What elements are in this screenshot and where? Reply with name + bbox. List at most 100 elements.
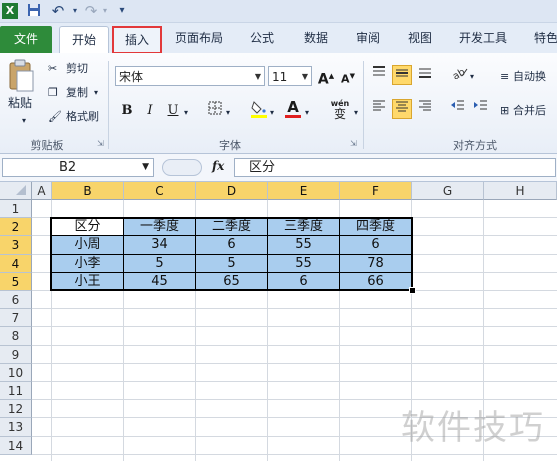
fill-color-dropdown-icon[interactable]: ▾ bbox=[270, 105, 274, 121]
insert-function-icon[interactable]: fx bbox=[212, 159, 224, 173]
tab-formulas[interactable]: 公式 bbox=[240, 29, 284, 47]
font-color-label: A bbox=[287, 98, 299, 116]
row-header[interactable]: 7 bbox=[0, 309, 32, 328]
font-size-value: 11 bbox=[272, 70, 288, 84]
merge-center-button[interactable]: 合并后 bbox=[513, 103, 546, 119]
italic-button[interactable]: I bbox=[140, 101, 160, 121]
tab-insert[interactable]: 插入 bbox=[112, 26, 162, 54]
undo-dropdown-icon[interactable]: ▾ bbox=[70, 3, 80, 19]
row-header[interactable]: 3 bbox=[0, 236, 32, 255]
font-color-button[interactable]: A bbox=[283, 97, 303, 118]
tab-file[interactable]: 文件 bbox=[0, 26, 52, 53]
bold-button[interactable]: B bbox=[117, 101, 137, 121]
font-name-combo[interactable]: 宋体 ▼ bbox=[115, 66, 265, 86]
column-header[interactable]: A bbox=[32, 182, 52, 200]
borders-dropdown-icon[interactable]: ▾ bbox=[226, 105, 230, 121]
row-header[interactable]: 8 bbox=[0, 327, 32, 346]
row-header[interactable]: 4 bbox=[0, 254, 32, 273]
borders-icon[interactable] bbox=[205, 101, 225, 121]
wrap-text-button[interactable]: 自动换 bbox=[513, 69, 546, 85]
alignment-group-label: 对齐方式 bbox=[453, 139, 497, 152]
orientation-dropdown-icon[interactable]: ▾ bbox=[470, 69, 474, 85]
row-header[interactable]: 2 bbox=[0, 218, 32, 237]
column-header[interactable]: E bbox=[268, 182, 340, 200]
align-bottom-icon[interactable] bbox=[415, 65, 435, 85]
column-header[interactable]: G bbox=[412, 182, 484, 200]
separator bbox=[108, 61, 109, 149]
row-header[interactable]: 14 bbox=[0, 436, 32, 455]
paste-button[interactable]: 粘贴 bbox=[8, 95, 32, 111]
column-header[interactable]: B bbox=[52, 182, 124, 200]
cut-icon[interactable]: ✂ bbox=[48, 61, 57, 77]
row-header[interactable]: 6 bbox=[0, 291, 32, 310]
align-top-icon[interactable] bbox=[369, 65, 389, 85]
copy-button[interactable]: 复制 bbox=[66, 85, 88, 101]
phonetic-dropdown-icon[interactable]: ▾ bbox=[354, 105, 358, 121]
row-header[interactable]: 5 bbox=[0, 272, 32, 291]
excel-icon[interactable]: X bbox=[2, 3, 18, 19]
customize-qat-icon[interactable]: ▾ bbox=[116, 3, 128, 19]
align-right-icon[interactable] bbox=[415, 99, 435, 119]
save-icon[interactable] bbox=[26, 3, 42, 19]
font-size-combo[interactable]: 11 ▼ bbox=[268, 66, 312, 86]
row-header[interactable]: 13 bbox=[0, 418, 32, 437]
clipboard-launcher-icon[interactable]: ⇲ bbox=[97, 139, 104, 148]
tab-page-layout[interactable]: 页面布局 bbox=[168, 29, 230, 47]
align-center-icon[interactable] bbox=[392, 99, 412, 119]
row-header[interactable]: 9 bbox=[0, 345, 32, 364]
column-header[interactable]: H bbox=[484, 182, 557, 200]
row-header[interactable]: 1 bbox=[0, 200, 32, 219]
fill-color-icon[interactable] bbox=[249, 99, 269, 119]
chevron-down-icon[interactable]: ▼ bbox=[142, 159, 149, 176]
paste-dropdown-icon[interactable]: ▾ bbox=[22, 113, 26, 129]
select-all-corner[interactable] bbox=[0, 182, 32, 200]
increase-indent-icon[interactable] bbox=[471, 99, 491, 119]
row-header[interactable]: 10 bbox=[0, 363, 32, 382]
gridline bbox=[32, 362, 557, 364]
name-box[interactable]: B2 ▼ bbox=[2, 158, 154, 177]
redo-icon[interactable]: ↷ bbox=[82, 3, 100, 19]
format-painter-button[interactable]: 格式刷 bbox=[66, 109, 99, 125]
undo-icon[interactable]: ↶ bbox=[48, 3, 68, 19]
gridline bbox=[32, 308, 557, 310]
clipboard-group-label: 剪贴板 bbox=[30, 139, 64, 152]
tab-featured[interactable]: 特色 bbox=[526, 29, 557, 47]
column-header[interactable]: D bbox=[196, 182, 268, 200]
paste-icon[interactable] bbox=[6, 59, 36, 92]
tab-developer[interactable]: 开发工具 bbox=[452, 29, 514, 47]
tab-data[interactable]: 数据 bbox=[294, 29, 338, 47]
cut-button[interactable]: 剪切 bbox=[66, 61, 88, 77]
formula-bar-resize-handle[interactable] bbox=[162, 159, 202, 176]
chevron-down-icon: ▼ bbox=[254, 72, 261, 81]
underline-button[interactable]: U bbox=[163, 101, 183, 121]
shrink-font-button[interactable]: A▼ bbox=[338, 66, 358, 86]
worksheet-grid[interactable]: A B C D E F G H 1 2 3 4 5 6 7 8 9 10 11 12 13 14 区分 一季… bbox=[0, 182, 557, 461]
row-header[interactable]: 12 bbox=[0, 400, 32, 419]
wrap-text-icon[interactable]: ≡ bbox=[500, 69, 509, 85]
tab-home[interactable]: 开始 bbox=[59, 26, 109, 54]
font-launcher-icon[interactable]: ⇲ bbox=[350, 139, 357, 148]
formula-input[interactable]: 区分 bbox=[234, 158, 556, 177]
fill-handle[interactable] bbox=[409, 287, 416, 294]
grow-font-button[interactable]: A▲ bbox=[316, 66, 336, 88]
row-header[interactable]: 11 bbox=[0, 382, 32, 401]
redo-dropdown-icon[interactable]: ▾ bbox=[100, 3, 110, 19]
column-header[interactable]: C bbox=[124, 182, 196, 200]
copy-icon[interactable]: ❐ bbox=[48, 85, 58, 101]
merge-center-icon[interactable]: ⊞ bbox=[500, 103, 509, 119]
font-group-label: 字体 bbox=[219, 139, 241, 152]
align-middle-icon[interactable] bbox=[392, 65, 412, 85]
phonetic-guide-char: 变 bbox=[333, 107, 346, 121]
font-name-value: 宋体 bbox=[119, 70, 144, 84]
underline-dropdown-icon[interactable]: ▾ bbox=[184, 105, 188, 121]
tab-view[interactable]: 视图 bbox=[398, 29, 442, 47]
column-header[interactable]: F bbox=[340, 182, 412, 200]
copy-dropdown-icon[interactable]: ▾ bbox=[94, 85, 98, 101]
format-painter-icon[interactable]: 🖌 bbox=[48, 109, 62, 125]
align-left-icon[interactable] bbox=[369, 99, 389, 119]
phonetic-guide-button[interactable]: wén 变 bbox=[326, 99, 354, 123]
decrease-indent-icon[interactable] bbox=[448, 99, 468, 119]
font-color-dropdown-icon[interactable]: ▾ bbox=[305, 105, 309, 121]
orientation-icon[interactable]: ab bbox=[450, 65, 470, 85]
tab-review[interactable]: 审阅 bbox=[346, 29, 390, 47]
